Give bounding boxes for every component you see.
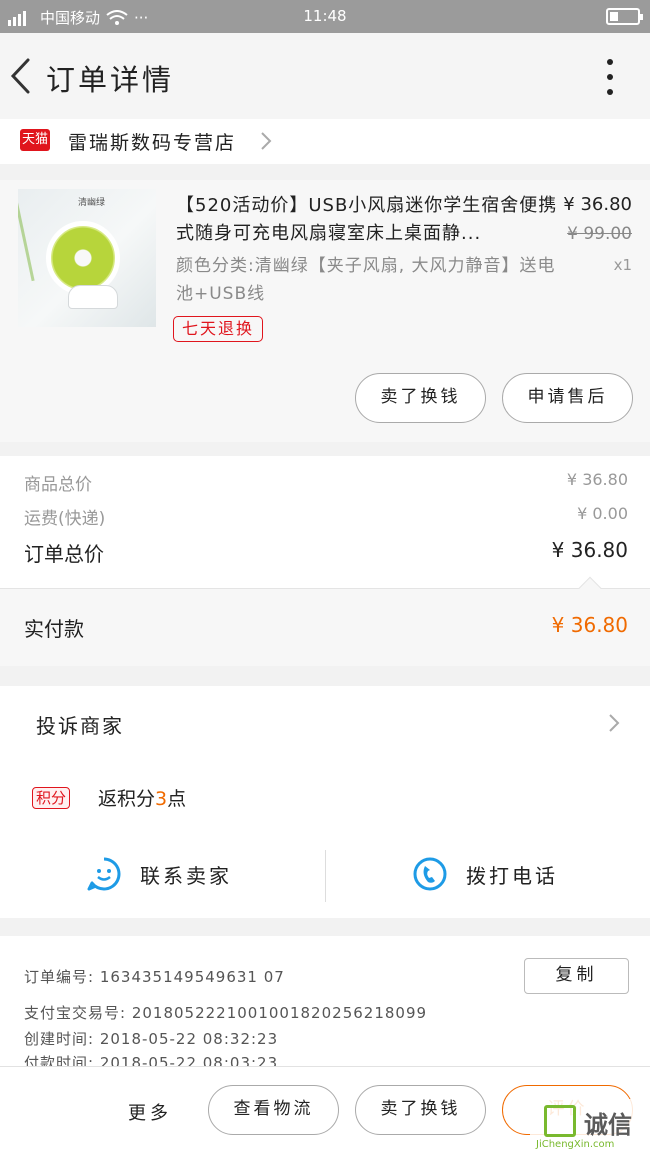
created-time: 创建时间: 2018-05-22 08:32:23 [24,1030,279,1048]
watermark-text: 诚信 [584,1111,632,1139]
price-summary: 商品总价 ¥ 36.80 运费(快递) ¥ 0.00 订单总价 ¥ 36.80 [0,456,650,588]
more-button[interactable]: 更多 [128,1099,172,1125]
points-suffix: 点 [167,788,187,810]
points-tag: 积分 [32,786,71,809]
order-info: 订单编号: 163435149549631 07 复制 支付宝交易号: 2018… [0,936,650,1066]
product-card: 清幽绿 【520活动价】USB小风扇迷你学生宿舍便携式随身可充电风扇寝室床上桌面… [0,180,650,442]
back-arrow-icon[interactable] [8,57,32,95]
product-thumbnail[interactable]: 清幽绿 [18,189,156,327]
product-quantity: x1 [613,256,632,274]
product-sku: 颜色分类:清幽绿【夹子风扇, 大风力静音】送电池+USB线 [176,256,556,304]
after-sales-button[interactable]: 申请售后 [502,373,633,423]
product-original-price: ¥ 99.00 [567,224,632,244]
paid-label: 实付款 [24,617,84,641]
points-text: 返积分3点 [98,784,186,811]
copy-button[interactable]: 复制 [524,958,629,994]
alipay-trade-number: 支付宝交易号: 2018052221001001820256218099 [24,1004,428,1022]
view-logistics-button[interactable]: 查看物流 [208,1085,339,1135]
complain-seller-link[interactable]: 投诉商家 [36,710,124,739]
goods-total-value: ¥ 36.80 [566,470,628,489]
service-section: 投诉商家 积分 返积分3点 联系卖家 拨打电话 [0,686,650,918]
phone-icon [413,857,447,891]
goods-total-label: 商品总价 [24,475,92,495]
order-total-label: 订单总价 [24,542,104,566]
paid-time: 付款时间: 2018-05-22 08:03:23 [24,1054,279,1066]
battery-icon [606,8,643,25]
points-row: 积分 返积分3点 [32,784,186,811]
paid-value: ¥ 36.80 [551,613,628,637]
points-prefix: 返积分 [98,788,156,810]
shipping-row: 运费(快递) ¥ 0.00 [24,504,628,529]
shop-row[interactable]: 天猫 雷瑞斯数码专营店 [0,119,650,164]
resell-button-bottom[interactable]: 卖了换钱 [355,1085,486,1135]
watermark-url: JiChengXin.com [536,1139,615,1150]
shipping-value: ¥ 0.00 [577,504,628,523]
return-policy-tag: 七天退换 [173,316,264,342]
bottom-action-bar: 更多 查看物流 卖了换钱 评价 诚信 JiChengXin.com [0,1066,650,1155]
watermark: 诚信 JiChengXin.com [530,1099,650,1155]
shop-name: 雷瑞斯数码专营店 [68,132,237,154]
contact-seller-label: 联系卖家 [140,863,232,888]
chevron-right-icon [261,132,272,150]
shipping-label: 运费(快递) [24,509,106,529]
clock: 11:48 [303,7,347,25]
order-number: 订单编号: 163435149549631 07 [24,968,285,986]
order-total-row: 订单总价 ¥ 36.80 [24,538,628,567]
watermark-logo-icon [544,1105,576,1137]
divider [325,850,326,902]
chat-bubble-icon [87,857,121,891]
fan-clip-image [68,285,118,309]
product-price: ¥ 36.80 [563,194,632,215]
order-total-value: ¥ 36.80 [551,538,628,562]
fan-image [46,221,120,295]
nav-bar: 订单详情 [0,33,650,119]
goods-total-row: 商品总价 ¥ 36.80 [24,470,628,495]
tmall-badge: 天猫 [20,129,50,151]
call-phone-label: 拨打电话 [466,863,558,888]
status-bar: 中国移动 ··· 11:48 [0,0,650,33]
call-phone-button[interactable]: 拨打电话 [412,856,558,892]
chevron-right-icon [609,714,620,732]
resell-button[interactable]: 卖了换钱 [355,373,486,423]
more-menu-icon[interactable] [606,59,614,95]
contact-seller-button[interactable]: 联系卖家 [86,856,232,892]
points-value: 3 [155,788,168,810]
page-title: 订单详情 [46,63,175,97]
thumb-caption: 清幽绿 [78,198,106,208]
product-title[interactable]: 【520活动价】USB小风扇迷你学生宿舍便携式随身可充电风扇寝室床上桌面静... [176,192,566,248]
paid-amount-row: 实付款 ¥ 36.80 [0,576,650,666]
